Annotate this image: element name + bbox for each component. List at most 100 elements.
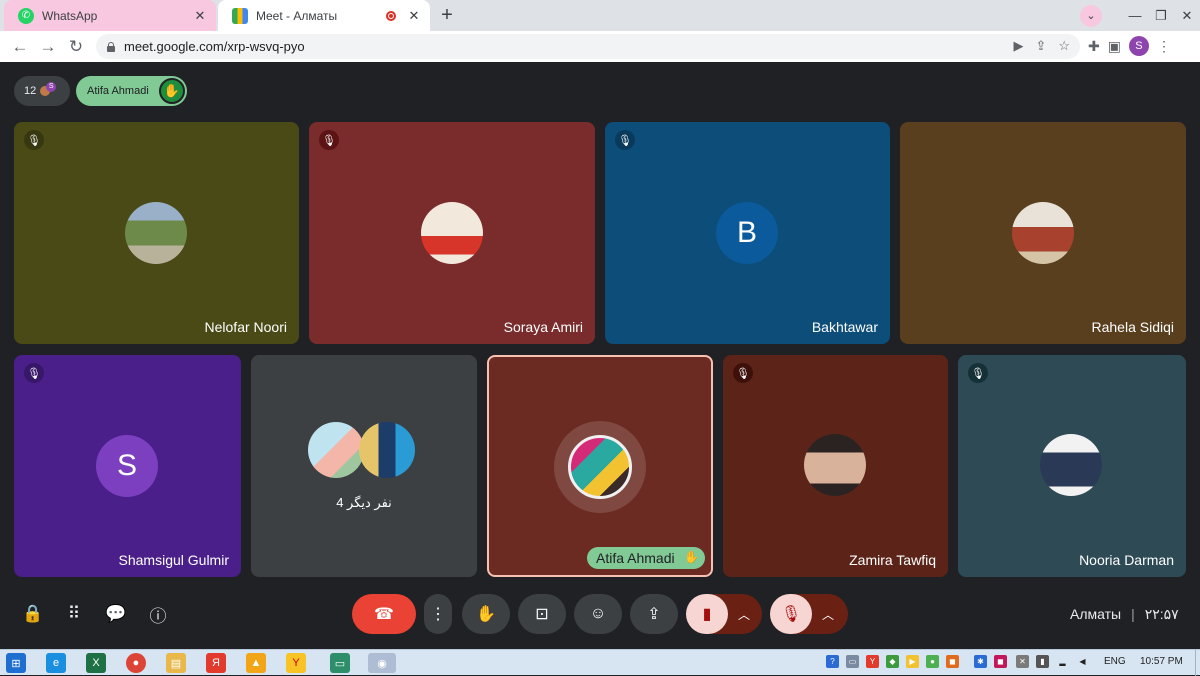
battery-icon[interactable]: ▮ [1036,655,1049,668]
url-text: meet.google.com/xrp-wsvq-pyo [124,39,305,54]
participant-name: Atifa Ahmadi [596,550,675,566]
participant-name: Rahela Sidiqi [1091,319,1175,335]
back-arrow-icon[interactable]: ← [6,37,34,57]
new-tab-button[interactable]: + [436,5,458,27]
chrome-active-icon[interactable]: ◉ [368,653,396,673]
extensions-puzzle-icon[interactable]: ✚ [1088,38,1100,55]
more-options-button[interactable]: ⋮ [424,594,452,634]
participant-avatar [804,434,866,496]
app-icon[interactable]: ▭ [330,653,350,673]
participant-avatar [308,422,364,478]
close-window-button[interactable]: ✕ [1174,8,1200,24]
tab-title: Meet - Алматы [256,8,338,23]
meeting-controls-bar: 🔒 ⠿ 💬 ⓘ ☎ ⋮ ✋ ⊡ ☺ ⇪ ▮ ︿ 🎙 ︿ Алматы | ۲۲:… [0,588,1200,649]
apps-grid-icon[interactable]: ⠿ [62,602,86,626]
yandex-icon[interactable]: Я [206,653,226,673]
close-icon[interactable]: ✕ [404,6,424,26]
profile-avatar[interactable]: S [1128,36,1149,56]
raised-hand-chip[interactable]: Atifa Ahmadi ✋ [76,76,187,106]
participant-name: Zamira Tawfiq [849,552,936,568]
minimize-button[interactable]: — [1122,8,1148,23]
meet-stage: 12 S Atifa Ahmadi ✋ 🎙 Nelofar Noori 🎙 So… [0,62,1200,649]
participant-name: Soraya Amiri [503,319,583,335]
yandex-tray-icon[interactable]: Y [866,655,879,668]
network-disconnected-icon[interactable]: ✕ [1016,655,1029,668]
chevron-up-icon[interactable]: ︿ [738,606,750,623]
menu-kebab-icon[interactable]: ⋮ [1157,38,1171,55]
mic-off-icon: 🎙 [770,594,812,634]
system-clock[interactable]: 10:57 PM [1140,656,1183,667]
participant-avatar [568,435,632,499]
close-icon[interactable]: ✕ [190,6,210,26]
tab-whatsapp[interactable]: ✆ WhatsApp ✕ [4,0,216,31]
share-icon[interactable]: ⇪ [1035,38,1046,54]
bookmark-star-icon[interactable]: ☆ [1058,38,1070,54]
tab-title: WhatsApp [42,8,98,23]
participant-tile[interactable]: 🎙 Zamira Tawfiq [723,355,948,577]
participant-tile[interactable]: 🎙 Nelofar Noori [14,122,299,344]
participant-tile[interactable]: Rahela Sidiqi [900,122,1186,344]
participant-avatar [1040,434,1102,496]
info-icon[interactable]: ⓘ [146,602,170,626]
input-language[interactable]: ENG [1104,656,1126,667]
participant-tile[interactable]: 🎙 B Bakhtawar [605,122,890,344]
tray-icon[interactable]: ● [926,655,939,668]
file-explorer-icon[interactable]: ▤ [166,653,186,673]
tab-search-chevron-icon[interactable]: ⌄ [1080,5,1102,27]
windows-taskbar: ⊞ e X ● ▤ Я ▲ Y ▭ ◉ ? ▭ Y ◆ ▶ ● ◼ ✱ ◼ ✕ … [0,649,1200,676]
participant-count-chip[interactable]: 12 S [14,76,70,106]
yandex-browser-icon[interactable]: Y [286,653,306,673]
mic-off-icon: 🎙 [24,130,44,150]
camera-in-use-icon[interactable]: ▶ [1013,38,1023,54]
help-tray-icon[interactable]: ? [826,655,839,668]
participant-tile-active[interactable]: Atifa Ahmadi ✋ [487,355,713,577]
participant-tile[interactable]: 🎙 S Shamsigul Gulmir [14,355,241,577]
tray-icon[interactable]: ◼ [946,655,959,668]
chevron-up-icon[interactable]: ︿ [822,606,834,623]
mic-off-icon: 🎙 [319,130,339,150]
mic-off-icon: 🎙 [24,363,44,383]
tray-icon[interactable]: ▶ [906,655,919,668]
leave-call-button[interactable]: ☎ [352,594,416,634]
chat-icon[interactable]: 💬 [104,602,128,626]
address-bar[interactable]: meet.google.com/xrp-wsvq-pyo ▶ ⇪ ☆ [96,34,1080,59]
host-controls-lock-icon[interactable]: 🔒 [21,602,45,626]
others-count-label: 4 نفر دیگر [336,495,392,510]
mic-off-icon: 🎙 [968,363,988,383]
participant-avatar [1012,202,1074,264]
windows-start-icon[interactable]: ⊞ [6,653,26,673]
wifi-signal-icon[interactable]: ▂ [1056,655,1069,668]
participant-tile[interactable]: 🎙 Nooria Darman [958,355,1186,577]
captions-button[interactable]: ⊡ [518,594,566,634]
camera-off-button[interactable]: ▮ ︿ [686,594,762,634]
tray-icon[interactable]: ▭ [846,655,859,668]
active-speaker-name-chip: Atifa Ahmadi ✋ [587,547,705,569]
tab-meet[interactable]: Meet - Алматы ✕ [218,0,430,31]
internet-explorer-icon[interactable]: e [46,653,66,673]
bluetooth-icon[interactable]: ✱ [974,655,987,668]
participant-tile[interactable]: 🎙 Soraya Amiri [309,122,595,344]
tray-icon[interactable]: ◼ [994,655,1007,668]
meeting-location: Алматы [1070,606,1122,622]
raise-hand-button[interactable]: ✋ [462,594,510,634]
participant-avatar [421,202,483,264]
lock-icon[interactable] [106,41,116,52]
chrome-icon[interactable]: ● [126,653,146,673]
reload-icon[interactable]: ↻ [62,37,90,57]
restore-button[interactable]: ❐ [1148,8,1174,24]
participant-name: Nooria Darman [1079,552,1174,568]
others-tile[interactable]: 4 نفر دیگر [251,355,477,577]
forward-arrow-icon[interactable]: → [34,37,62,57]
media-player-icon[interactable]: ▲ [246,653,266,673]
tray-icon[interactable]: ◆ [886,655,899,668]
side-panel-icon[interactable]: ▣ [1108,38,1121,55]
tab-strip: ✆ WhatsApp ✕ Meet - Алматы ✕ + ⌄ — ❐ ✕ [0,0,1200,31]
present-screen-button[interactable]: ⇪ [630,594,678,634]
show-desktop-button[interactable] [1195,650,1200,676]
excel-icon[interactable]: X [86,653,106,673]
raised-hand-icon: ✋ [684,550,699,564]
mic-off-button[interactable]: 🎙 ︿ [770,594,848,634]
volume-icon[interactable]: ◀ [1076,655,1089,668]
emoji-reactions-button[interactable]: ☺ [574,594,622,634]
participant-name: Nelofar Noori [204,319,287,335]
